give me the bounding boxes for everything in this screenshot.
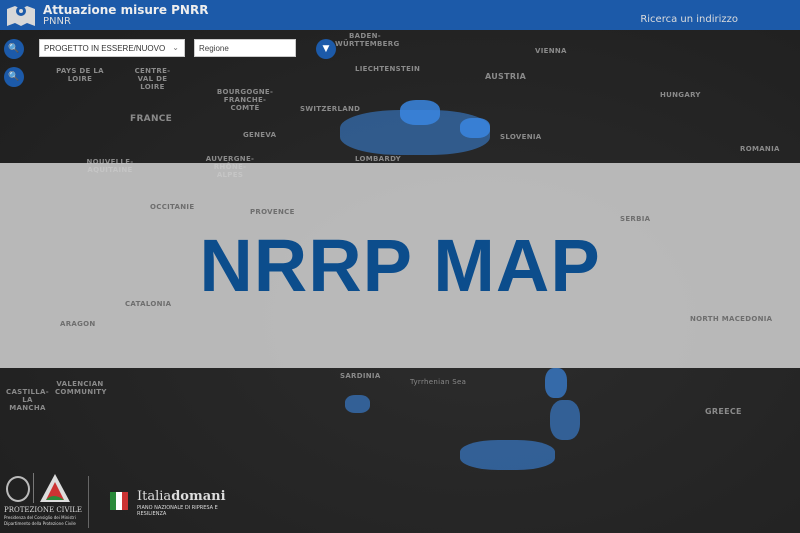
map-label: GREECE xyxy=(705,407,742,416)
search-plus-icon: 🔍 xyxy=(8,44,20,54)
filter-button[interactable]: ▼ xyxy=(316,39,336,59)
map-label: SWITZERLAND xyxy=(300,105,361,113)
map-label: LOMBARDY xyxy=(355,155,402,163)
overlay-title: NRRP MAP xyxy=(199,224,601,307)
map-label: BOURGOGNE-FRANCHE-COMTÉ xyxy=(216,88,274,112)
map-label: SLOVENIA xyxy=(500,133,542,141)
map-label: FRANCE xyxy=(130,114,173,124)
italiadomani-subtitle: PIANO NAZIONALE DI RIPRESA E RESILIENZA xyxy=(137,505,218,517)
map-label: ROMANIA xyxy=(740,145,780,153)
italiadomani-logo: Italiadomani xyxy=(137,489,226,504)
app-subtitle: PNNR xyxy=(43,16,71,27)
map-label: BADEN-WÜRTTEMBERG xyxy=(335,32,400,48)
divider xyxy=(88,476,89,528)
map-label: PROVENCE xyxy=(250,208,295,216)
protezione-sub: Dipartimento della Protezione Civile xyxy=(4,521,76,526)
map-label: NORTH MACEDONIA xyxy=(690,315,773,323)
divider xyxy=(33,473,34,503)
project-filter-select[interactable]: PROGETTO IN ESSERE/NUOVO ⌄ xyxy=(39,39,185,57)
protezione-civile-text: PROTEZIONE CIVILE xyxy=(4,506,83,514)
protezione-civile-logo-icon xyxy=(40,474,70,502)
map-label: Tyrrhenian Sea xyxy=(410,378,467,386)
map-label: VALENCIAN COMMUNITY xyxy=(55,380,107,396)
map-points xyxy=(460,118,490,138)
zoom-out-button[interactable]: 🔍 xyxy=(4,67,24,87)
footer-logos: PROTEZIONE CIVILE Presidenza del Consigl… xyxy=(0,470,240,530)
map-points-sardinia xyxy=(345,395,370,413)
map-label: AUSTRIA xyxy=(485,72,527,81)
project-filter-value: PROGETTO IN ESSERE/NUOVO xyxy=(44,44,166,53)
zoom-in-button[interactable]: 🔍 xyxy=(4,39,24,59)
overlay-banner: NRRP MAP xyxy=(0,163,800,368)
map-points-sicily xyxy=(460,440,555,470)
protezione-sub: Presidenza del Consiglio dei Ministri xyxy=(4,515,76,520)
map-points-calabria xyxy=(550,400,580,440)
map-pin-icon xyxy=(7,6,35,26)
map-label: VIENNA xyxy=(535,47,567,55)
map-label: CATALONIA xyxy=(125,300,172,308)
map-label: ARAGON xyxy=(60,320,96,328)
map-label: HUNGARY xyxy=(660,91,701,99)
map-label: GENEVA xyxy=(243,131,277,139)
chevron-down-icon: ⌄ xyxy=(172,43,179,52)
italia-flag-icon xyxy=(110,492,128,510)
map-label: OCCITANIE xyxy=(150,203,195,211)
map-label: SARDINIA xyxy=(340,372,381,380)
map-label: LIECHTENSTEIN xyxy=(355,65,421,73)
italian-emblem-icon xyxy=(6,476,30,502)
map-points xyxy=(400,100,440,125)
address-search-link[interactable]: Ricerca un indirizzo xyxy=(640,14,738,25)
map-label: CASTILLA-LA MANCHA xyxy=(6,388,49,412)
search-minus-icon: 🔍 xyxy=(8,72,20,82)
map-label: PAYS DE LA LOIRE xyxy=(56,67,104,83)
map-label: CENTRE-VAL DE LOIRE xyxy=(134,67,171,91)
map-label: SERBIA xyxy=(620,215,651,223)
region-input[interactable]: Regione xyxy=(194,39,296,57)
filter-icon: ▼ xyxy=(322,44,330,54)
map-points-calabria xyxy=(545,368,567,398)
app-header: Attuazione misure PNRR PNNR Ricerca un i… xyxy=(0,0,800,30)
app-title: Attuazione misure PNRR xyxy=(43,3,209,17)
